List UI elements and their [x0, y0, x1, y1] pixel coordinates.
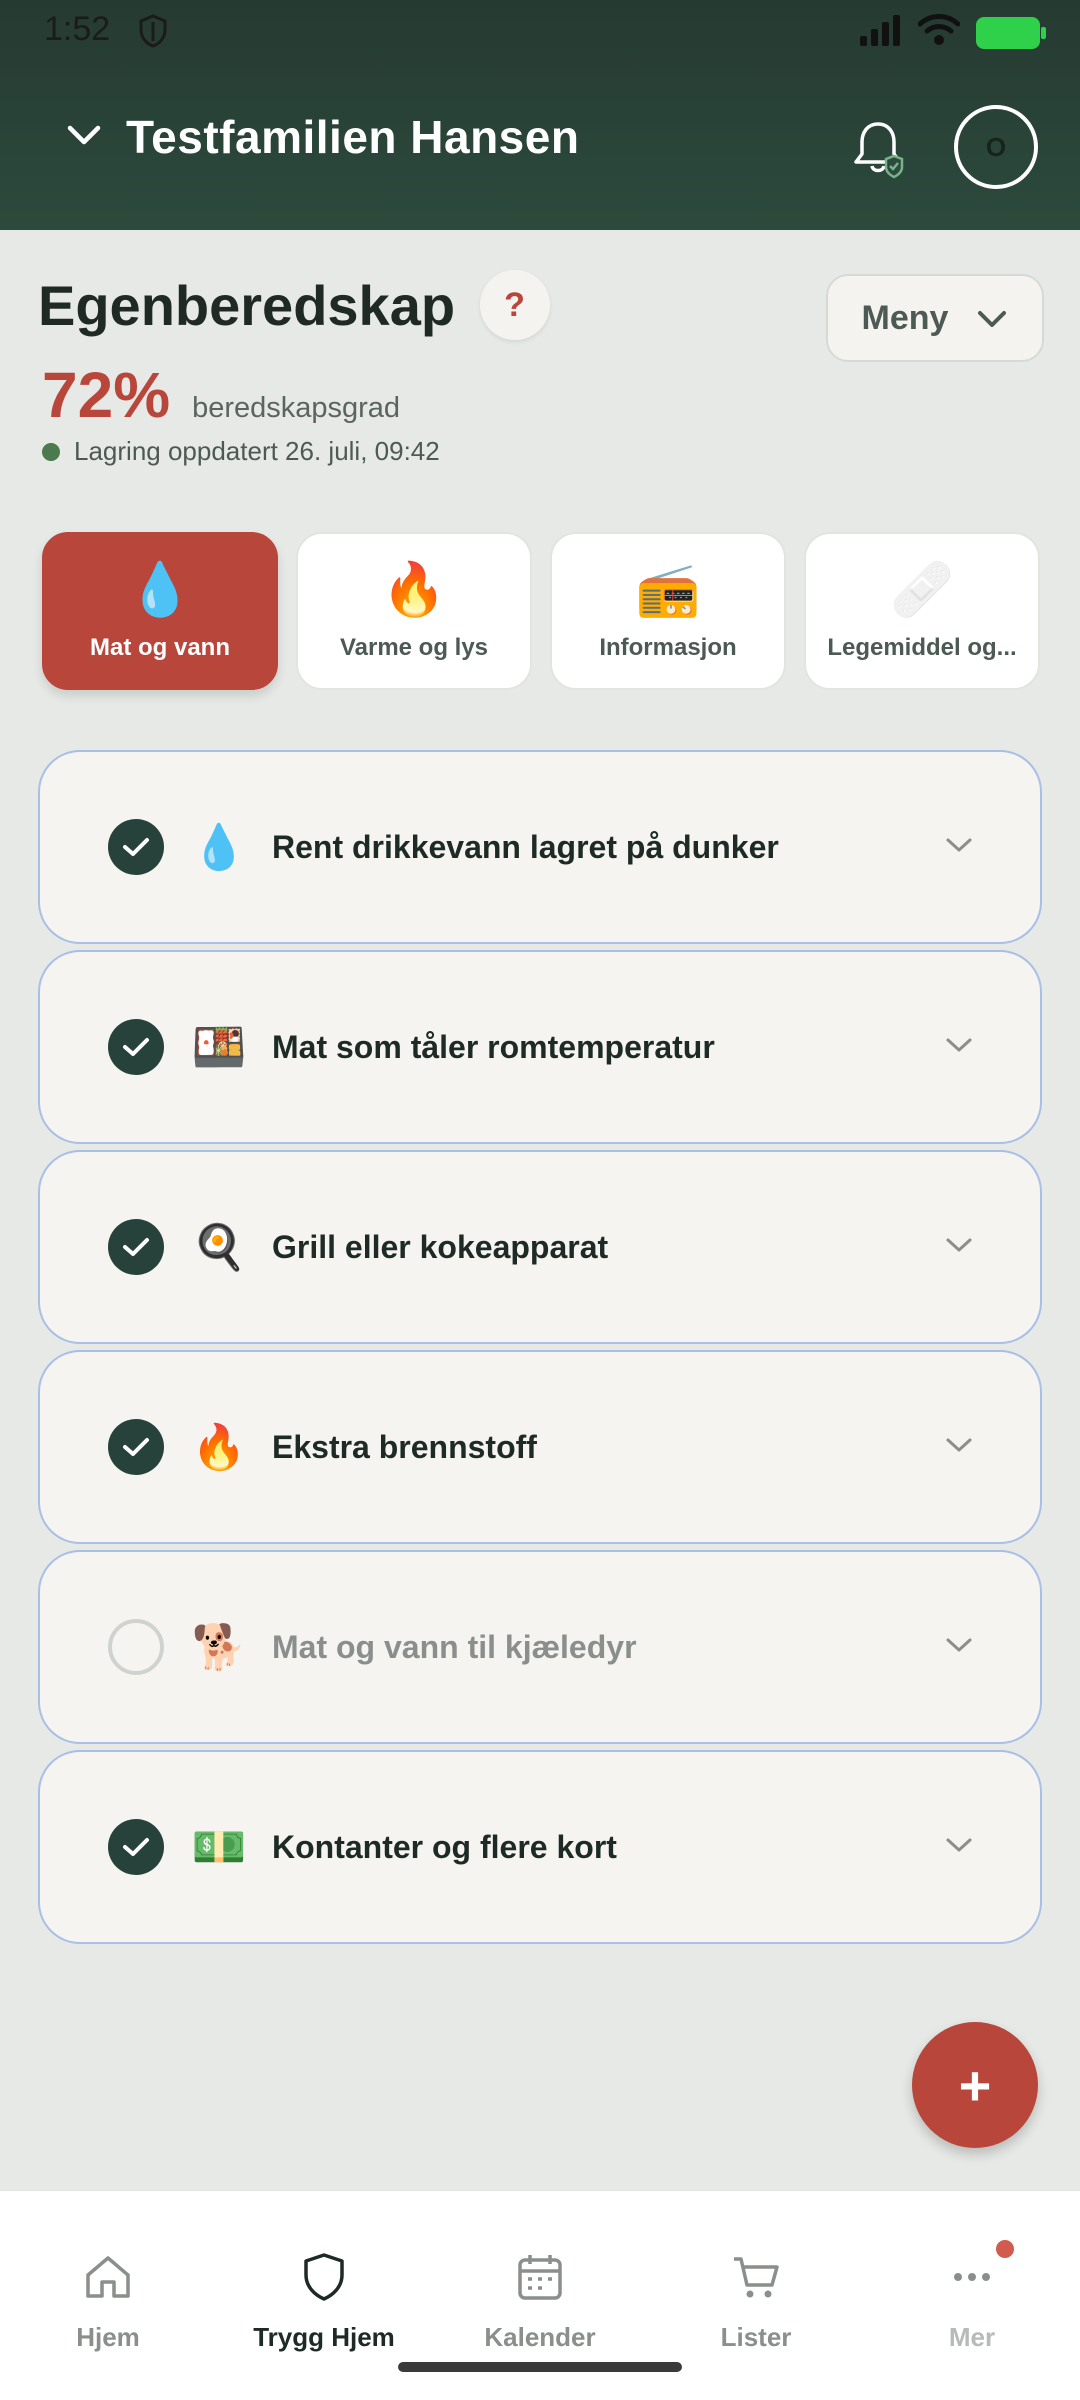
notification-dot-icon — [996, 2240, 1014, 2258]
updated-text: Lagring oppdatert 26. juli, 09:42 — [74, 436, 440, 466]
checked-icon[interactable] — [108, 1219, 164, 1275]
chevron-down-icon[interactable] — [944, 836, 974, 859]
home-icon — [82, 2251, 134, 2308]
tab-label: Legemiddel og... — [827, 634, 1017, 661]
category-tabs: 💧 Mat og vann 🔥 Varme og lys 📻 Informasj… — [42, 532, 1040, 690]
add-button[interactable]: + — [912, 2022, 1038, 2148]
nav-label: Lister — [720, 2322, 792, 2352]
money-icon: 💵 — [191, 1823, 247, 1872]
tab-label: Varme og lys — [339, 634, 489, 661]
unchecked-icon[interactable] — [108, 1619, 164, 1675]
wifi-icon — [917, 14, 961, 51]
nav-label: Kalender — [484, 2322, 596, 2352]
tab-label: Mat og vann — [89, 634, 230, 661]
tab-label: Informasjon — [599, 634, 737, 661]
menu-label: Meny — [861, 298, 949, 337]
checked-icon[interactable] — [108, 1419, 164, 1475]
chevron-down-icon[interactable] — [944, 1636, 974, 1659]
nav-label: Mer — [948, 2322, 996, 2352]
list-item[interactable]: 🍱 Mat som tåler romtemperatur — [38, 950, 1042, 1144]
score-value: 72% — [42, 359, 171, 431]
water-drop-icon: 💧 — [191, 823, 247, 872]
chevron-down-icon — [976, 299, 1008, 338]
checked-icon[interactable] — [108, 1819, 164, 1875]
item-label: Grill eller kokeapparat — [272, 1228, 609, 1265]
status-icons — [858, 14, 1046, 51]
battery-icon — [976, 16, 1046, 49]
more-icon — [946, 2251, 998, 2308]
vpn-shield-icon — [138, 14, 168, 53]
list-item[interactable]: 💵 Kontanter og flere kort — [38, 1750, 1042, 1944]
item-label: Mat som tåler romtemperatur — [272, 1028, 715, 1065]
status-time: 1:52 — [44, 10, 111, 48]
calendar-icon — [514, 2251, 566, 2308]
frying-pan-icon: 🍳 — [191, 1223, 247, 1272]
bandage-icon: 🩹 — [889, 561, 955, 619]
last-updated: Lagring oppdatert 26. juli, 09:42 — [42, 436, 440, 467]
chevron-down-icon[interactable] — [944, 1436, 974, 1459]
checked-icon[interactable] — [108, 1019, 164, 1075]
app-header: 1:52 Testfamilien Hansen O — [0, 0, 1080, 230]
avatar[interactable]: O — [954, 105, 1038, 189]
nav-item-trygg-hjem[interactable]: Trygg Hjem — [234, 2251, 414, 2353]
nav-item-mer[interactable]: Mer — [882, 2251, 1062, 2353]
shield-icon — [298, 2251, 350, 2308]
nav-label: Hjem — [76, 2322, 140, 2352]
tab-mat-og-vann[interactable]: 💧 Mat og vann — [42, 532, 278, 690]
nav-item-hjem[interactable]: Hjem — [18, 2251, 198, 2353]
list-item[interactable]: 🔥 Ekstra brennstoff — [38, 1350, 1042, 1544]
cart-icon — [730, 2251, 782, 2308]
help-button[interactable]: ? — [479, 270, 550, 340]
bento-box-icon: 🍱 — [191, 1023, 247, 1072]
nav-label: Trygg Hjem — [253, 2322, 395, 2352]
home-indicator[interactable] — [398, 2362, 682, 2372]
family-selector[interactable]: Testfamilien Hansen — [64, 110, 579, 164]
chevron-down-icon[interactable] — [944, 1036, 974, 1059]
menu-button[interactable]: Meny — [826, 274, 1044, 362]
tab-varme-og-lys[interactable]: 🔥 Varme og lys — [296, 532, 532, 690]
radio-icon: 📻 — [635, 561, 701, 619]
chevron-down-icon — [64, 123, 104, 152]
list-item[interactable]: 💧 Rent drikkevann lagret på dunker — [38, 750, 1042, 944]
chevron-down-icon[interactable] — [944, 1236, 974, 1259]
preparedness-score: 72% beredskapsgrad — [42, 358, 400, 432]
status-bar: 1:52 — [0, 0, 1080, 62]
item-label: Rent drikkevann lagret på dunker — [272, 828, 779, 865]
avatar-initial: O — [985, 131, 1007, 162]
tab-informasjon[interactable]: 📻 Informasjon — [550, 532, 786, 690]
item-label: Kontanter og flere kort — [272, 1828, 617, 1865]
checked-icon[interactable] — [108, 819, 164, 875]
page-title: Egenberedskap — [38, 273, 456, 337]
fire-icon: 🔥 — [381, 561, 447, 619]
title-block: Egenberedskap ? — [38, 270, 550, 340]
notification-bell-icon[interactable] — [848, 116, 914, 187]
tab-legemiddel[interactable]: 🩹 Legemiddel og... — [804, 532, 1040, 690]
item-label: Mat og vann til kjæledyr — [272, 1628, 637, 1665]
signal-icon — [858, 14, 902, 51]
nav-item-kalender[interactable]: Kalender — [450, 2251, 630, 2353]
water-drop-icon: 💧 — [127, 561, 193, 619]
status-dot-icon — [42, 442, 60, 461]
score-label: beredskapsgrad — [192, 392, 401, 424]
dog-icon: 🐕 — [191, 1623, 247, 1672]
nav-item-lister[interactable]: Lister — [666, 2251, 846, 2353]
item-label: Ekstra brennstoff — [272, 1428, 537, 1465]
family-name: Testfamilien Hansen — [126, 111, 580, 163]
item-list: 💧 Rent drikkevann lagret på dunker 🍱 Mat… — [38, 750, 1042, 1950]
list-item[interactable]: 🍳 Grill eller kokeapparat — [38, 1150, 1042, 1344]
fire-icon: 🔥 — [191, 1423, 247, 1472]
list-item[interactable]: 🐕 Mat og vann til kjæledyr — [38, 1550, 1042, 1744]
chevron-down-icon[interactable] — [944, 1836, 974, 1859]
